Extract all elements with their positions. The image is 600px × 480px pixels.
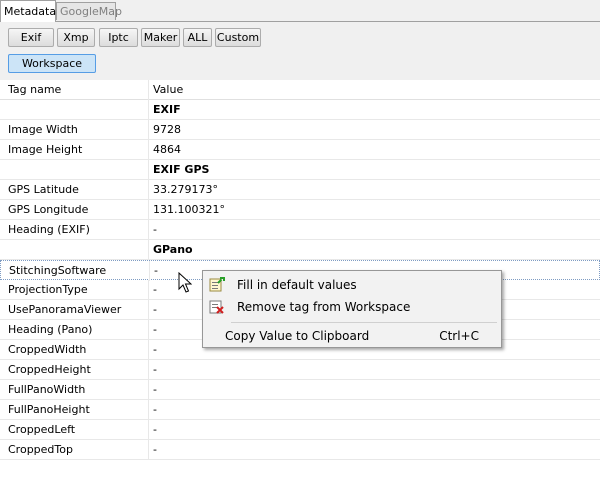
column-divider xyxy=(148,240,149,260)
column-divider xyxy=(148,340,149,360)
workspace-button[interactable]: Workspace xyxy=(8,54,96,73)
value-cell: 9728 xyxy=(153,123,181,136)
copy-value-shortcut: Ctrl+C xyxy=(439,329,479,343)
menu-item-fill-default[interactable]: Fill in default values xyxy=(205,274,499,296)
all-button[interactable]: ALL xyxy=(183,28,212,47)
tag-name-cell: GPS Latitude xyxy=(8,183,79,196)
tag-name-cell: Image Width xyxy=(8,123,78,136)
column-divider xyxy=(148,100,149,120)
group-label: EXIF xyxy=(153,103,181,116)
xmp-button[interactable]: Xmp xyxy=(57,28,95,47)
value-cell: - xyxy=(153,363,157,376)
column-divider xyxy=(148,180,149,200)
column-header-value[interactable]: Value xyxy=(153,80,183,100)
column-divider xyxy=(148,420,149,440)
tag-name-cell: CroppedTop xyxy=(8,443,73,456)
column-divider xyxy=(148,160,149,180)
value-cell: - xyxy=(153,323,157,336)
fill-default-label: Fill in default values xyxy=(237,278,357,292)
value-cell: - xyxy=(154,264,158,277)
column-divider xyxy=(148,320,149,340)
table-row[interactable]: GPS Longitude 131.100321° xyxy=(0,200,600,220)
tag-name-cell: CroppedWidth xyxy=(8,343,87,356)
tag-name-cell: Heading (EXIF) xyxy=(8,223,90,236)
maker-button[interactable]: Maker xyxy=(141,28,180,47)
table-row[interactable]: FullPanoHeight - xyxy=(0,400,600,420)
tag-name-cell: CroppedHeight xyxy=(8,363,91,376)
column-divider xyxy=(148,380,149,400)
tag-name-cell: FullPanoWidth xyxy=(8,383,86,396)
menu-item-copy-value[interactable]: Copy Value to Clipboard Ctrl+C xyxy=(205,325,499,347)
value-cell: - xyxy=(153,343,157,356)
tag-name-cell: FullPanoHeight xyxy=(8,403,90,416)
table-row[interactable]: CroppedHeight - xyxy=(0,360,600,380)
table-row[interactable]: CroppedLeft - xyxy=(0,420,600,440)
table-header: Tag name Value xyxy=(0,80,600,100)
value-cell: - xyxy=(153,443,157,456)
value-cell: - xyxy=(153,383,157,396)
value-cell: 4864 xyxy=(153,143,181,156)
custom-button[interactable]: Custom xyxy=(215,28,261,47)
tag-name-cell: StitchingSoftware xyxy=(9,264,107,277)
column-divider xyxy=(148,140,149,160)
group-row[interactable]: EXIF GPS xyxy=(0,160,600,180)
column-divider xyxy=(149,261,150,281)
column-divider xyxy=(148,120,149,140)
tag-name-cell: GPS Longitude xyxy=(8,203,89,216)
column-divider xyxy=(148,80,149,100)
table-row[interactable]: GPS Latitude 33.279173° xyxy=(0,180,600,200)
tab-bar: Metadata GoogleMap xyxy=(0,0,600,22)
value-cell: 131.100321° xyxy=(153,203,225,216)
column-divider xyxy=(148,360,149,380)
table-row[interactable]: Image Height 4864 xyxy=(0,140,600,160)
group-row[interactable]: EXIF xyxy=(0,100,600,120)
table-row[interactable]: Image Width 9728 xyxy=(0,120,600,140)
tag-name-cell: Heading (Pano) xyxy=(8,323,93,336)
value-cell: - xyxy=(153,223,157,236)
value-cell: - xyxy=(153,423,157,436)
context-menu: Fill in default values Remove tag from W… xyxy=(202,270,502,348)
value-cell: - xyxy=(153,283,157,296)
table-row[interactable]: FullPanoWidth - xyxy=(0,380,600,400)
tab-metadata[interactable]: Metadata xyxy=(0,0,56,22)
value-cell: - xyxy=(153,403,157,416)
iptc-button[interactable]: Iptc xyxy=(99,28,138,47)
toolbar: Exif Xmp Iptc Maker ALL Custom Workspace xyxy=(0,22,600,80)
tag-name-cell: ProjectionType xyxy=(8,283,88,296)
table-row[interactable]: CroppedTop - xyxy=(0,440,600,460)
table-row[interactable]: Heading (EXIF) - xyxy=(0,220,600,240)
tag-name-cell: Image Height xyxy=(8,143,83,156)
group-label: GPano xyxy=(153,243,193,256)
column-divider xyxy=(148,220,149,240)
column-header-tag-name[interactable]: Tag name xyxy=(8,80,148,100)
tag-name-cell: CroppedLeft xyxy=(8,423,76,436)
column-divider xyxy=(148,400,149,420)
fill-default-icon xyxy=(209,277,225,293)
column-divider xyxy=(148,440,149,460)
group-label: EXIF GPS xyxy=(153,163,210,176)
tab-googlemap[interactable]: GoogleMap xyxy=(56,2,122,20)
column-divider xyxy=(148,200,149,220)
menu-separator xyxy=(231,322,497,323)
tag-name-cell: UsePanoramaViewer xyxy=(8,303,122,316)
copy-value-label: Copy Value to Clipboard xyxy=(225,329,370,343)
column-divider xyxy=(148,280,149,300)
remove-tag-icon xyxy=(209,299,225,315)
remove-tag-label: Remove tag from Workspace xyxy=(237,300,411,314)
group-row[interactable]: GPano xyxy=(0,240,600,260)
value-cell: - xyxy=(153,303,157,316)
value-cell: 33.279173° xyxy=(153,183,218,196)
mouse-cursor-icon xyxy=(178,271,193,297)
exif-button[interactable]: Exif xyxy=(8,28,54,47)
menu-item-remove-tag[interactable]: Remove tag from Workspace xyxy=(205,296,499,318)
column-divider xyxy=(148,300,149,320)
